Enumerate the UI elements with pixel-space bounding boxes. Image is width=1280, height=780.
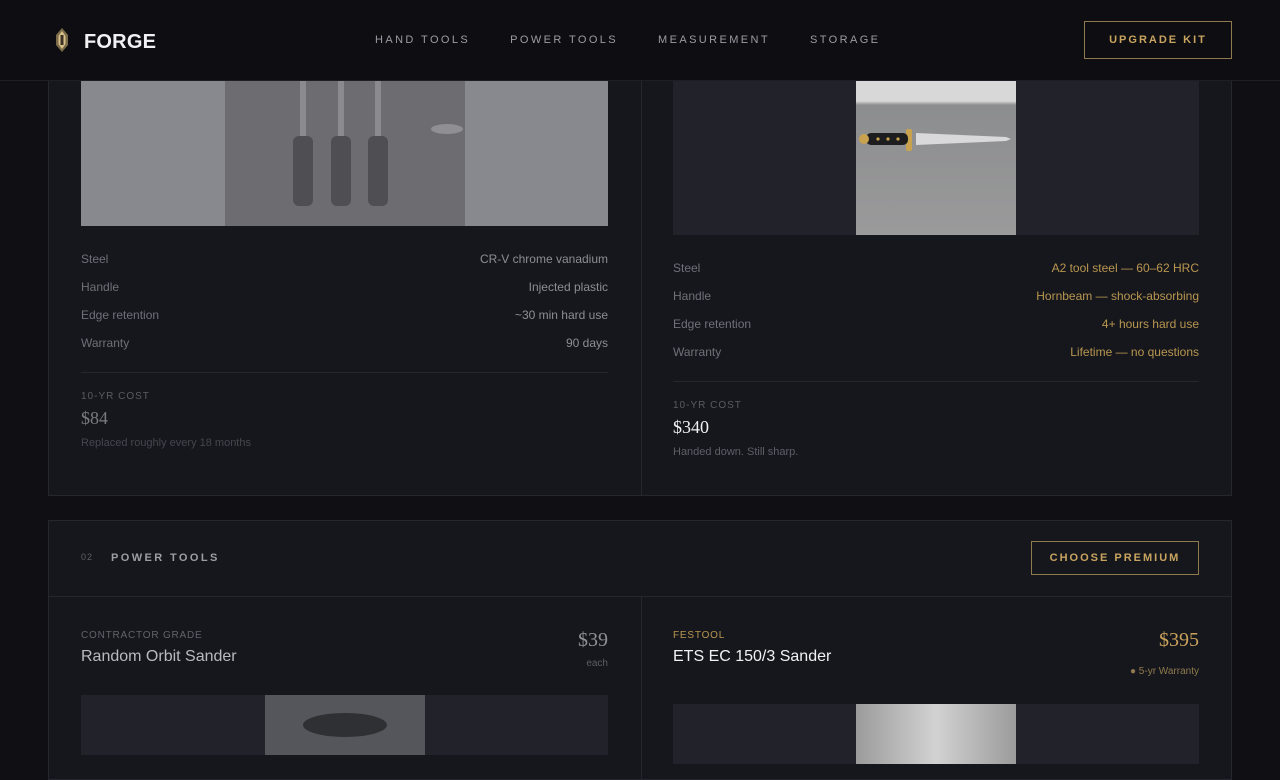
spec-value: Injected plastic [528,280,608,294]
column-divider [641,41,642,495]
spec-value: ~30 min hard use [514,308,608,322]
power-tools-section: 02 POWER TOOLS CHOOSE PREMIUM CONTRACTOR… [48,520,1232,780]
choose-premium-button[interactable]: CHOOSE PREMIUM [1031,541,1199,575]
cost-value: $84 [81,408,108,428]
divider [673,381,1199,382]
product-name[interactable]: ETS EC 150/3 Sander [673,648,1199,666]
spec-label: Handle [673,289,712,303]
spec-row-handle: Handle Hornbeam — shock-absorbing [673,288,1199,316]
spec-row-edge-retention: Edge retention ~30 min hard use [81,307,608,335]
premium-spec-list: Steel A2 tool steel — 60–62 HRC Handle H… [673,260,1199,372]
spec-row-handle: Handle Injected plastic [81,279,608,307]
cost-value: $340 [673,417,709,437]
forge-logo-icon [52,27,72,58]
budget-cost-block: 10-YR COST $84 Replaced roughly every 18… [81,391,251,449]
spec-row-steel: Steel CR-V chrome vanadium [81,251,608,279]
brand[interactable]: FORGE [52,27,156,58]
upgrade-kit-button[interactable]: UPGRADE KIT [1084,21,1232,59]
spec-value: Lifetime — no questions [1070,345,1199,359]
chisels-photo [225,81,465,226]
nav-power-tools[interactable]: POWER TOOLS [510,34,618,46]
premium-product: FESTOOL ETS EC 150/3 Sander $395 ● 5-yr … [673,629,1199,677]
cost-note: Handed down. Still sharp. [673,446,799,458]
product-price: $39 [578,629,608,651]
spec-label: Edge retention [673,317,752,331]
spec-value: CR-V chrome vanadium [479,252,608,266]
top-navigation-bar: FORGE HAND TOOLS POWER TOOLS MEASUREMENT… [0,0,1280,81]
sander-photo [265,695,425,755]
product-grade: CONTRACTOR GRADE [81,630,203,641]
cost-note: Replaced roughly every 18 months [81,437,251,449]
spec-value: 90 days [565,336,608,350]
warranty-badge: ● 5-yr Warranty [1129,666,1199,677]
sander-photo [856,704,1016,764]
spec-value: 4+ hours hard use [1101,317,1199,331]
premium-cost-block: 10-YR COST $340 Handed down. Still sharp… [673,400,798,458]
price-unit: each [586,658,608,669]
hand-tools-comparison: Steel CR-V chrome vanadium Handle Inject… [48,40,1232,496]
spec-value: A2 tool steel — 60–62 HRC [1051,261,1199,275]
main-nav: HAND TOOLS POWER TOOLS MEASUREMENT STORA… [375,34,920,46]
section-header: 02 POWER TOOLS CHOOSE PREMIUM [49,521,1231,597]
cost-label: 10-YR COST [81,391,150,402]
product-price: $395 [1159,629,1199,651]
knife-photo [856,81,1016,235]
cost-label: 10-YR COST [673,400,742,411]
premium-knife-image [673,81,1199,235]
spec-label: Steel [81,252,109,266]
section-title: POWER TOOLS [111,552,220,564]
spec-row-steel: Steel A2 tool steel — 60–62 HRC [673,260,1199,288]
premium-sander-image [673,704,1199,764]
budget-sander-image [81,695,608,755]
spec-label: Edge retention [81,308,160,322]
spec-label: Handle [81,280,120,294]
spec-value: Hornbeam — shock-absorbing [1036,289,1199,303]
spec-row-warranty: Warranty Lifetime — no questions [673,344,1199,372]
spec-label: Warranty [81,336,130,350]
budget-product: CONTRACTOR GRADE Random Orbit Sander $39… [81,629,608,669]
section-number: 02 [81,552,94,562]
budget-chisels-image [81,81,608,226]
spec-row-warranty: Warranty 90 days [81,335,608,363]
product-brand: FESTOOL [673,630,726,641]
nav-storage[interactable]: STORAGE [810,34,880,46]
spec-label: Warranty [673,345,722,359]
nav-measurement[interactable]: MEASUREMENT [658,34,770,46]
budget-spec-list: Steel CR-V chrome vanadium Handle Inject… [81,251,608,363]
spec-row-edge-retention: Edge retention 4+ hours hard use [673,316,1199,344]
spec-label: Steel [673,261,701,275]
product-name[interactable]: Random Orbit Sander [81,648,608,666]
divider [81,372,608,373]
brand-name: FORGE [84,31,157,53]
column-divider [641,596,642,779]
nav-hand-tools[interactable]: HAND TOOLS [375,34,470,46]
